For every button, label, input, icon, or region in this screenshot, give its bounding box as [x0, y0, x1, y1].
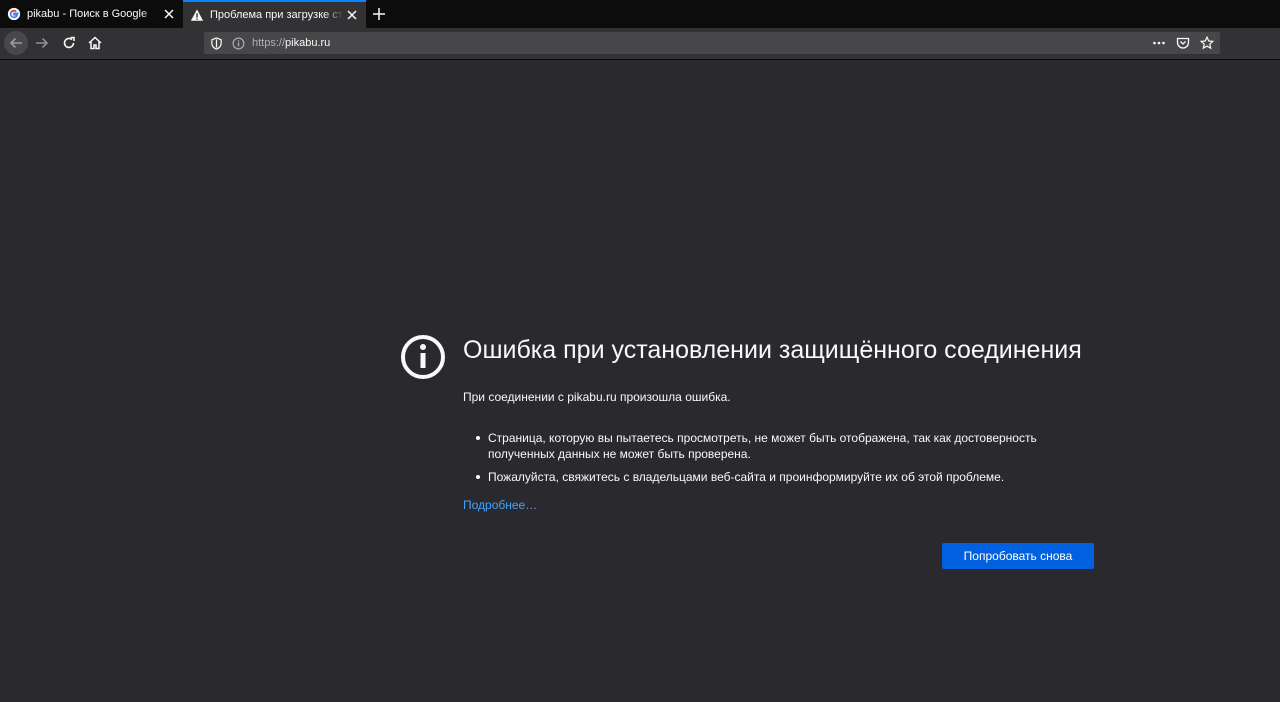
page-content: Ошибка при установлении защищённого соед…: [0, 60, 1280, 702]
tab-error-page[interactable]: Проблема при загрузке страницы: [183, 0, 366, 28]
close-tab-icon[interactable]: [344, 7, 360, 23]
error-details-list: Страница, которую вы пытаетесь просмотре…: [463, 430, 1063, 492]
reload-icon: [63, 36, 75, 49]
address-bar[interactable]: https://pikabu.ru: [204, 32, 1220, 54]
url-host: pikabu.ru: [285, 37, 331, 49]
more-actions-icon[interactable]: [1150, 34, 1168, 52]
arrow-right-icon: [36, 37, 49, 49]
plus-icon: [373, 8, 385, 20]
back-button[interactable]: [4, 31, 28, 55]
forward-button[interactable]: [30, 31, 54, 55]
try-again-button[interactable]: Попробовать снова: [942, 543, 1094, 569]
learn-more-link[interactable]: Подробнее…: [463, 498, 537, 512]
reload-button[interactable]: [57, 31, 81, 55]
list-item: Страница, которую вы пытаетесь просмотре…: [463, 430, 1063, 462]
tab-title: pikabu - Поиск в Google: [27, 8, 148, 20]
tab-bar: pikabu - Поиск в Google Проблема при заг…: [0, 0, 1280, 28]
tracking-shield-icon[interactable]: [207, 34, 225, 52]
error-intro: При соединении с pikabu.ru произошла оши…: [463, 390, 731, 404]
google-icon: [7, 7, 21, 21]
close-tab-icon[interactable]: [161, 6, 177, 22]
pocket-icon[interactable]: [1174, 34, 1192, 52]
navigation-toolbar: https://pikabu.ru: [0, 28, 1280, 60]
home-button[interactable]: [83, 31, 107, 55]
url-scheme: https://: [252, 37, 286, 49]
tab-title: Проблема при загрузке страницы: [210, 9, 344, 21]
site-info-icon[interactable]: [229, 34, 247, 52]
tab-google-search[interactable]: pikabu - Поиск в Google: [0, 0, 183, 28]
error-title: Ошибка при установлении защищённого соед…: [463, 336, 1082, 364]
url-text: https://pikabu.ru: [252, 37, 330, 49]
new-tab-button[interactable]: [368, 3, 390, 25]
home-icon: [88, 36, 102, 50]
bookmark-star-icon[interactable]: [1198, 34, 1216, 52]
warning-icon: [190, 9, 204, 21]
arrow-left-icon: [9, 37, 22, 49]
page-actions: [1150, 34, 1216, 52]
list-item: Пожалуйста, свяжитесь с владельцами веб-…: [463, 469, 1063, 485]
info-icon: [401, 335, 445, 379]
